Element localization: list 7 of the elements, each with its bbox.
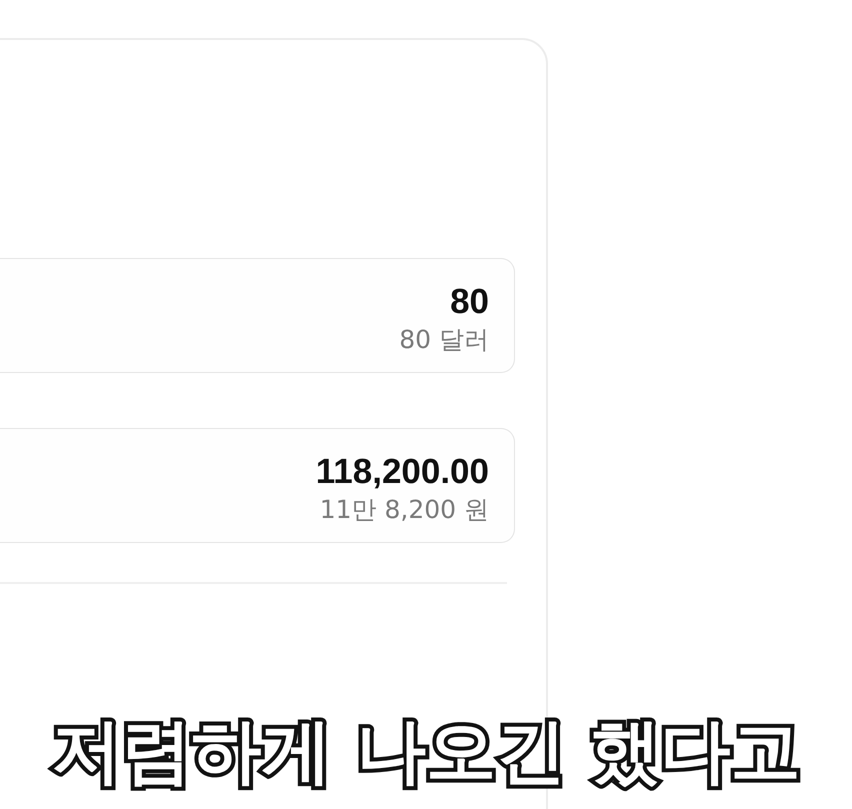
converted-amount: 80 달러 <box>399 324 489 356</box>
subtitle-caption: 저렴하게 나오긴 했다고 <box>40 703 812 799</box>
amount-value: 118,200.00 <box>316 452 489 492</box>
converted-amount: 11만 8,200 원 <box>320 494 489 526</box>
amount-field[interactable]: 80 80 달러 <box>0 258 515 373</box>
amount-value: 80 <box>450 282 489 322</box>
amount-field[interactable]: 118,200.00 11만 8,200 원 <box>0 428 515 543</box>
